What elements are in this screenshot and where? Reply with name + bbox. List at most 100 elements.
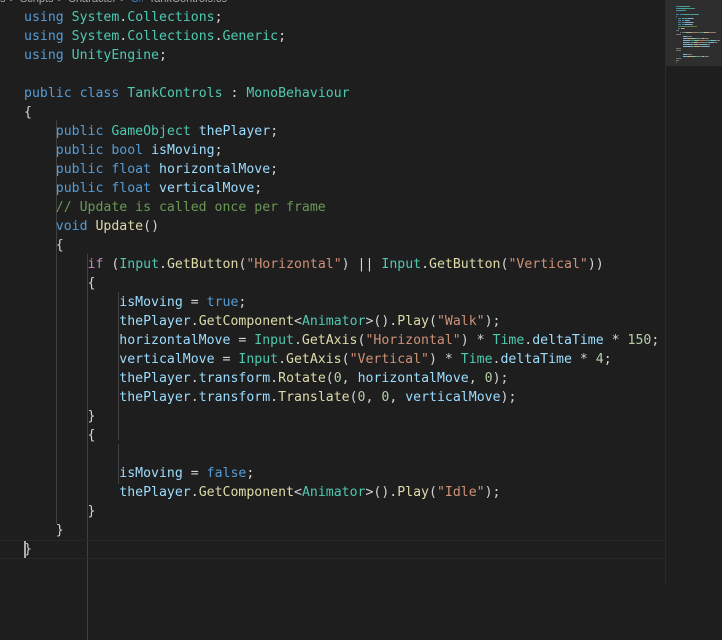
code-token: ; <box>159 48 167 63</box>
code-line[interactable]: public class TankControls : MonoBehaviou… <box>24 84 350 103</box>
code-token: Play <box>397 314 429 329</box>
code-token: verticalMove <box>159 181 255 196</box>
code-line[interactable]: isMoving = true; <box>24 293 246 312</box>
code-token: < <box>293 314 302 329</box>
minimap-token <box>699 44 707 45</box>
code-token: * <box>571 352 596 367</box>
code-token: ); <box>484 485 501 500</box>
code-line[interactable]: { <box>24 236 64 255</box>
code-line[interactable]: } <box>24 502 96 521</box>
code-token: )) <box>587 257 604 272</box>
current-line-highlight <box>0 540 666 559</box>
code-line[interactable]: isMoving = false; <box>24 464 254 483</box>
breadcrumb-item[interactable]: Character <box>68 0 116 5</box>
code-line[interactable]: thePlayer.transform.Rotate(0, horizontal… <box>24 369 508 388</box>
code-token: thePlayer <box>198 124 271 139</box>
code-line[interactable]: public float verticalMove; <box>24 179 262 198</box>
code-token: using <box>24 10 64 25</box>
code-token: public <box>55 143 104 158</box>
code-token: : <box>222 86 247 101</box>
breadcrumb[interactable]: s > Scripts > Character > C# TankControls.cs <box>0 0 231 5</box>
minimap-token <box>715 32 717 33</box>
code-line[interactable]: using UnityEngine; <box>24 46 167 65</box>
minimap-token <box>685 22 694 23</box>
code-token: , <box>365 390 382 405</box>
code-token: using <box>24 48 64 63</box>
code-token: 0 <box>357 390 366 405</box>
code-line[interactable]: // Update is called once per frame <box>24 198 326 217</box>
code-editor[interactable]: s > Scripts > Character > C# TankControls.cs us… <box>0 0 666 640</box>
code-line[interactable]: using System.Collections.Generic; <box>24 27 286 46</box>
code-token: Translate <box>278 390 350 405</box>
code-token: , <box>341 371 358 386</box>
code-token: "Idle" <box>436 485 485 500</box>
code-line[interactable]: thePlayer.GetComponent<Animator>().Play(… <box>24 312 500 331</box>
code-token: 150 <box>627 333 652 348</box>
code-line[interactable]: public GameObject thePlayer; <box>24 122 278 141</box>
code-token: . <box>214 29 223 44</box>
code-token: 4 <box>595 352 604 367</box>
breadcrumb-item[interactable]: Scripts <box>20 0 54 5</box>
code-line[interactable]: void Update() <box>24 217 159 236</box>
code-line[interactable]: using System.Collections; <box>24 8 223 27</box>
minimap-token <box>676 60 679 61</box>
code-token: "Horizontal" <box>365 333 461 348</box>
code-token: isMoving <box>119 295 183 310</box>
code-token: public <box>55 162 104 177</box>
code-line[interactable]: verticalMove = Input.GetAxis("Vertical")… <box>24 350 611 369</box>
minimap-token <box>676 50 681 51</box>
minimap-token <box>691 14 699 15</box>
code-token: = <box>214 352 239 367</box>
code-token: // Update is called once per frame <box>55 200 326 215</box>
minimap-token <box>691 24 693 25</box>
breadcrumb-item[interactable]: s <box>0 0 6 5</box>
code-token: Input <box>238 352 279 367</box>
code-line[interactable]: if (Input.GetButton("Horizontal") || Inp… <box>24 255 604 274</box>
code-token: isMoving <box>119 466 183 481</box>
code-token: 0 <box>333 371 342 386</box>
code-line[interactable]: public bool isMoving; <box>24 141 223 160</box>
code-line[interactable]: horizontalMove = Input.GetAxis("Horizont… <box>24 331 659 350</box>
minimap-token <box>693 18 695 19</box>
code-token: ) * <box>428 352 461 367</box>
code-line[interactable]: { <box>24 426 96 445</box>
code-token: TankControls <box>127 86 223 101</box>
code-token: Time <box>460 352 493 367</box>
code-token: horizontalMove <box>119 333 231 348</box>
minimap-token <box>716 42 718 43</box>
code-token: . <box>159 257 167 272</box>
minimap-token <box>699 40 707 41</box>
code-token: ( <box>429 485 437 500</box>
code-token: GameObject <box>111 124 191 139</box>
code-line[interactable]: public float horizontalMove; <box>24 160 278 179</box>
code-token: deltaTime <box>532 333 604 348</box>
code-token: . <box>190 390 199 405</box>
code-token: { <box>24 238 64 253</box>
code-token: class <box>79 86 120 101</box>
minimap-token <box>709 46 711 47</box>
code-line[interactable]: } <box>24 407 96 426</box>
breadcrumb-item[interactable]: C# <box>131 0 145 5</box>
code-line[interactable]: thePlayer.GetComponent<Animator>().Play(… <box>24 483 500 502</box>
code-line[interactable]: { <box>24 103 32 122</box>
minimap-token <box>708 44 710 45</box>
minimap-token <box>678 24 682 25</box>
code-line[interactable]: } <box>24 521 64 540</box>
code-token: ( <box>103 257 120 272</box>
code-token: transform <box>198 371 271 386</box>
minimap-token <box>683 14 690 15</box>
code-line[interactable]: thePlayer.transform.Translate(0, 0, vert… <box>24 388 516 407</box>
minimap[interactable] <box>666 0 722 584</box>
code-token: Input <box>254 333 294 348</box>
breadcrumb-separator: > <box>10 0 16 5</box>
minimap-token <box>690 36 692 37</box>
breadcrumb-item[interactable]: TankControls.cs <box>149 0 227 5</box>
minimap-token <box>678 22 682 23</box>
code-line[interactable]: { <box>24 274 96 293</box>
code-token: ); <box>484 314 501 329</box>
